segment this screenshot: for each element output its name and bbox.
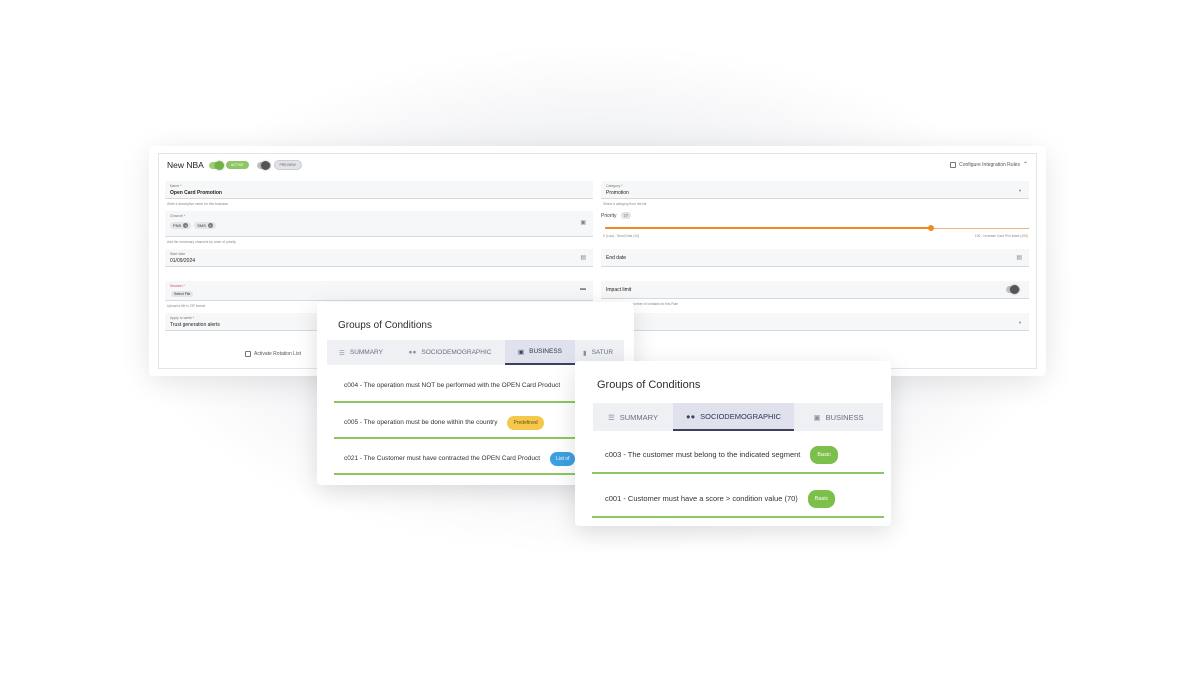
impact-label: Impact limit [606,287,632,293]
priority-min-label: 0 (Low) - Send Date (10) [603,234,640,238]
card-title: Groups of Conditions [338,320,432,331]
priority-label: Priority [601,212,617,219]
category-help: Select a category from the list [603,202,647,206]
configure-checkbox[interactable] [950,161,957,168]
right-select-field[interactable]: ▼ [601,313,1029,331]
tab-business[interactable]: ▣ BUSINESS [505,340,575,365]
activate-label: Activate Rotation List [254,351,301,357]
chevron-down-icon[interactable]: ▼ [1018,320,1022,325]
tab-business-label: BUSINESS [529,348,563,355]
session-label: Session * [170,284,185,288]
impact-field: Impact limit [601,281,1029,299]
activate-rotation[interactable]: Activate Rotation List [245,351,301,357]
start-date-label: Start date [170,252,186,256]
close-icon[interactable]: × [183,223,189,228]
end-date-label: End date [606,255,627,261]
folder-icon[interactable]: ▬ [580,286,586,292]
battery-icon: ▮ [583,349,587,357]
tab-business[interactable]: ▣ BUSINESS [794,403,883,431]
condition-text: c021 - The Customer must have contracted… [344,455,541,462]
chip-sms-label: SMS [197,223,206,228]
condition-text: c001 - Customer must have a score > cond… [605,494,798,503]
condition-row[interactable]: c003 - The customer must belong to the i… [592,437,884,474]
priority-header: Priority 77 [601,212,632,219]
configure-rules[interactable]: Configure Integration Rules ⌃ [950,161,1028,168]
name-value: Open Card Promotion [170,190,222,196]
tab-business-label: BUSINESS [825,412,864,422]
name-field[interactable]: Name * Open Card Promotion [165,181,593,199]
close-icon[interactable]: × [207,223,213,228]
card-title: Groups of Conditions [597,379,701,391]
briefcase-icon: ▣ [517,348,525,356]
calendar-icon[interactable]: ▤ [580,254,586,261]
tab-summary-label: SUMMARY [619,412,658,422]
channel-field[interactable]: Channel * PNS × SMS × ▣ [165,211,593,237]
category-label: Category * [606,184,623,188]
priority-slider-track[interactable] [605,225,1029,231]
condition-text: c003 - The customer must belong to the i… [605,450,801,459]
tab-sociodemographic-label: SOCIODEMOGRAPHIC [700,411,781,421]
chevron-down-icon[interactable]: ▼ [1018,188,1022,193]
chip-pns-label: PNS [173,223,182,228]
people-icon: ●● [408,349,417,356]
form-title: New NBA [167,160,204,170]
category-value: Promotion [606,190,629,196]
name-label: Name * [170,184,182,188]
end-date-field[interactable]: End date ▤ [601,249,1029,267]
basic-badge: Basic [810,445,838,464]
channel-label: Channel * [170,214,186,218]
tab-sociodemographic-label: SOCIODEMOGRAPHIC [421,349,492,356]
category-field[interactable]: Category * Promotion ▼ [601,181,1029,199]
apply-label: Apply to week * [170,316,195,320]
start-date-field[interactable]: Start date 01/09/2024 ▤ [165,249,593,267]
basic-badge: Basic [807,489,836,508]
condition-text: c004 - The operation must NOT be perform… [344,382,561,389]
channel-chips: PNS × SMS × [170,222,219,229]
start-date-value: 01/09/2024 [170,258,196,264]
list-icon: ☰ [608,412,615,422]
tab-summary[interactable]: ☰ SUMMARY [593,403,673,431]
session-help: Upload a file in ZIP format [167,304,206,308]
add-icon[interactable]: ▣ [580,219,586,226]
channel-help: Add the necessary channels by order of p… [167,240,236,244]
configure-label: Configure Integration Rules [959,161,1020,168]
tab-summary[interactable]: ☰ SUMMARY [327,340,395,365]
tab-satur-label: SATUR [591,349,614,356]
conditions-card-sociodemographic: Groups of Conditions ☰ SUMMARY ●● SOCIODEM… [575,361,891,526]
list-badge: List of [550,451,576,466]
activate-checkbox[interactable] [245,351,251,357]
condition-text: c005 - The operation must be done within… [344,419,498,426]
preview-pill: PREVIEW [273,160,302,170]
condition-tabs: ☰ SUMMARY ●● SOCIODEMOGRAPHIC ▣ BUSINESS [593,403,883,431]
impact-toggle[interactable] [1006,285,1020,294]
chip-sms[interactable]: SMS × [194,222,216,229]
form-topbar: New NBA ACTIVE PREVIEW Configure Integra… [159,154,1036,176]
tab-sociodemographic[interactable]: ●● SOCIODEMOGRAPHIC [673,403,794,431]
priority-slider-fill [605,227,932,229]
people-icon: ●● [686,411,696,421]
active-pill: ACTIVE [225,161,249,169]
tab-summary-label: SUMMARY [349,349,383,356]
active-toggle[interactable] [208,160,224,170]
chip-pns[interactable]: PNS × [170,222,192,229]
tab-sociodemographic[interactable]: ●● SOCIODEMOGRAPHIC [395,340,505,365]
list-icon: ☰ [339,349,345,357]
priority-max-label: 100 - Increase Card Prio ticket (100) [974,234,1028,238]
name-help: Write a descriptive name for this busine… [167,202,228,206]
priority-value: 77 [620,212,632,219]
session-field[interactable]: Session * Select File ▬ [165,281,593,301]
apply-value: Trust generation alerts [170,322,220,328]
select-file-button[interactable]: Select File [171,291,194,297]
briefcase-icon: ▣ [813,412,821,422]
calendar-icon[interactable]: ▤ [1016,254,1022,261]
priority-slider-thumb[interactable] [928,225,935,231]
chevron-up-icon[interactable]: ⌃ [1023,161,1028,168]
preview-toggle[interactable] [256,160,271,170]
predefined-badge: Predefined [507,415,544,430]
condition-row[interactable]: c001 - Customer must have a score > cond… [592,481,884,518]
